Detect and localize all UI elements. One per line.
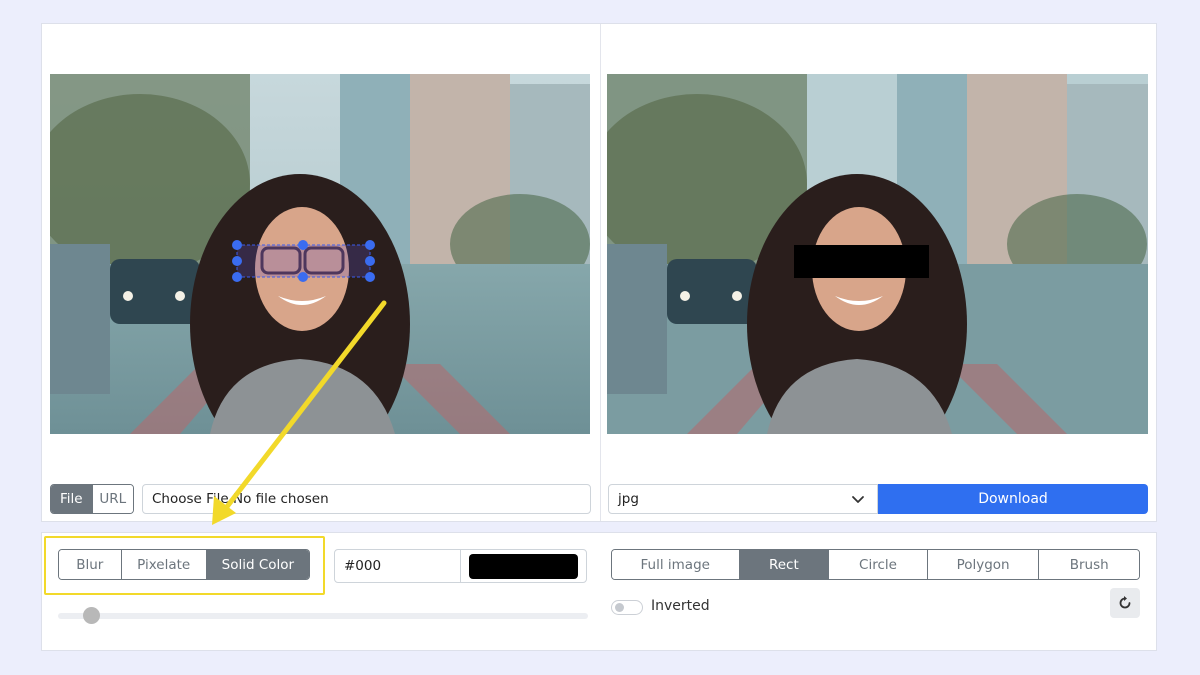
mode-solid-color[interactable]: Solid Color	[205, 550, 309, 579]
shape-circle[interactable]: Circle	[828, 550, 927, 579]
inverted-toggle[interactable]	[611, 600, 643, 615]
resize-handle[interactable]	[298, 272, 308, 282]
shape-brush[interactable]: Brush	[1038, 550, 1139, 579]
resize-handle[interactable]	[232, 240, 242, 250]
download-button[interactable]: Download	[878, 484, 1148, 514]
shape-selector: Full image Rect Circle Polygon Brush	[611, 549, 1140, 580]
format-value: jpg	[618, 491, 639, 507]
mode-pixelate[interactable]: Pixelate	[120, 550, 206, 579]
tab-url[interactable]: URL	[91, 485, 133, 513]
slider-thumb[interactable]	[83, 607, 100, 624]
color-hex-input[interactable]: #000	[334, 549, 461, 583]
resize-handle[interactable]	[232, 272, 242, 282]
result-image-art	[607, 74, 1148, 434]
choose-file-button[interactable]: Choose File	[143, 491, 233, 507]
controls-card: Blur Pixelate Solid Color #000 Full imag…	[41, 532, 1157, 651]
inverted-label: Inverted	[651, 598, 710, 614]
rotate-icon	[1119, 596, 1131, 609]
format-select[interactable]: jpg	[608, 484, 878, 514]
shape-full-image[interactable]: Full image	[612, 550, 739, 579]
tab-file[interactable]: File	[51, 485, 92, 513]
strength-slider[interactable]	[58, 613, 588, 619]
resize-handle[interactable]	[232, 256, 242, 266]
original-image[interactable]	[50, 74, 590, 434]
color-swatch	[469, 554, 578, 579]
resize-handle[interactable]	[365, 240, 375, 250]
preview-card: File URL Choose File No file chosen jpg …	[41, 23, 1157, 522]
mode-selector: Blur Pixelate Solid Color	[58, 549, 310, 580]
preview-divider	[600, 24, 601, 521]
chevron-down-icon	[852, 496, 864, 503]
resize-handle[interactable]	[365, 272, 375, 282]
shape-rect[interactable]: Rect	[738, 550, 829, 579]
resize-handle[interactable]	[365, 256, 375, 266]
result-image	[607, 74, 1148, 434]
source-toggle: File URL	[50, 484, 134, 514]
file-input[interactable]: Choose File No file chosen	[142, 484, 591, 514]
shape-polygon[interactable]: Polygon	[926, 550, 1039, 579]
file-status: No file chosen	[233, 491, 329, 507]
reset-button[interactable]	[1110, 588, 1140, 618]
selection-rectangle[interactable]	[50, 74, 590, 434]
resize-handle[interactable]	[298, 240, 308, 250]
color-picker[interactable]	[460, 549, 587, 583]
redaction-bar	[794, 245, 929, 278]
toggle-knob	[615, 603, 624, 612]
mode-blur[interactable]: Blur	[59, 550, 121, 579]
